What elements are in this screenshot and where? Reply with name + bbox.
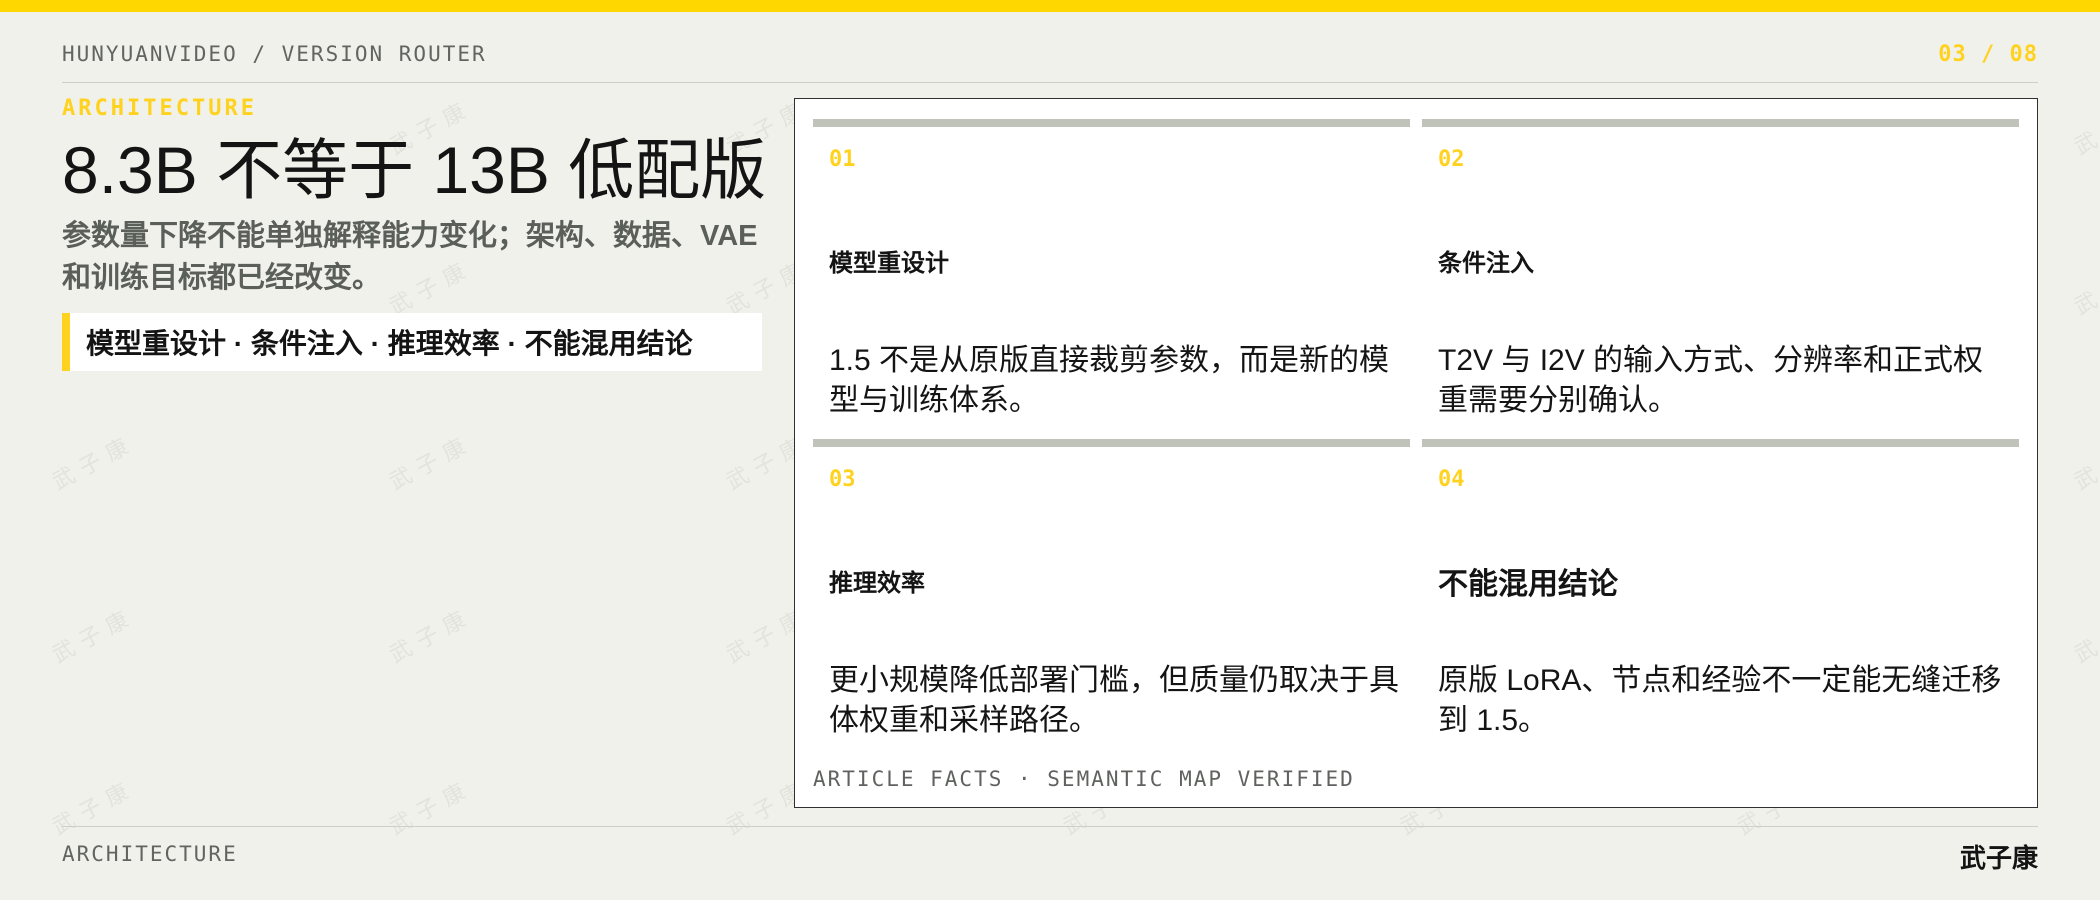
- fact-card: 03 推理效率 更小规模降低部署门槛，但质量仍取决于具体权重和采样路径。: [813, 439, 1410, 749]
- card-description: T2V 与 I2V 的输入方式、分辨率和正式权重需要分别确认。: [1438, 344, 1984, 417]
- card-description: 原版 LoRA、节点和经验不一定能无缝迁移到 1.5。: [1438, 664, 2002, 737]
- card-description: 更小规模降低部署门槛，但质量仍取决于具体权重和采样路径。: [829, 664, 1399, 737]
- card-heading: 不能混用结论: [1438, 568, 1618, 601]
- watermark-text: 武子康: [48, 604, 140, 669]
- watermark-text: 武子康: [2070, 96, 2100, 161]
- fact-card: 04 不能混用结论 原版 LoRA、节点和经验不一定能无缝迁移到 1.5。: [1422, 439, 2019, 749]
- page-indicator: 03 / 08: [1938, 42, 2038, 67]
- facts-panel: 01 模型重设计 1.5 不是从原版直接裁剪参数，而是新的模型与训练体系。 02…: [794, 98, 2038, 808]
- watermark-text: 武子康: [385, 604, 477, 669]
- panel-footer-note: ARTICLE FACTS · SEMANTIC MAP VERIFIED: [813, 767, 1355, 791]
- watermark-text: 武子康: [385, 776, 477, 841]
- slide-header: HUNYUANVIDEO / VERSION ROUTER 03 / 08: [62, 42, 2038, 83]
- footer-section-label: ARCHITECTURE: [62, 842, 238, 866]
- watermark-text: 武子康: [385, 431, 477, 496]
- page-title: 8.3B 不等于 13B 低配版: [62, 133, 767, 207]
- card-number: 04: [1438, 467, 1465, 492]
- summary-callout: 模型重设计 · 条件注入 · 推理效率 · 不能混用结论: [62, 313, 762, 371]
- top-accent-bar: [0, 0, 2100, 12]
- section-kicker: ARCHITECTURE: [62, 96, 257, 121]
- page-subtitle: 参数量下降不能单独解释能力变化；架构、数据、VAE 和训练目标都已经改变。: [62, 220, 758, 294]
- watermark-text: 武子康: [2070, 256, 2100, 321]
- card-heading: 模型重设计: [829, 250, 949, 277]
- footer-divider: [62, 826, 2038, 827]
- watermark-text: 武子康: [2070, 604, 2100, 669]
- card-heading: 推理效率: [829, 570, 925, 597]
- author-name: 武子康: [1959, 843, 2038, 873]
- slide-intro: ARCHITECTURE 8.3B 不等于 13B 低配版 参数量下降不能单独解…: [62, 96, 767, 371]
- watermark-text: 武子康: [48, 431, 140, 496]
- breadcrumb: HUNYUANVIDEO / VERSION ROUTER: [62, 42, 487, 66]
- watermark-text: 武子康: [48, 776, 140, 841]
- card-number: 02: [1438, 147, 1465, 172]
- card-number: 03: [829, 467, 856, 492]
- card-number: 01: [829, 147, 856, 172]
- card-description: 1.5 不是从原版直接裁剪参数，而是新的模型与训练体系。: [829, 344, 1390, 417]
- fact-card: 02 条件注入 T2V 与 I2V 的输入方式、分辨率和正式权重需要分别确认。: [1422, 119, 2019, 429]
- card-heading: 条件注入: [1438, 250, 1534, 277]
- watermark-text: 武子康: [2070, 431, 2100, 496]
- fact-card: 01 模型重设计 1.5 不是从原版直接裁剪参数，而是新的模型与训练体系。: [813, 119, 1410, 429]
